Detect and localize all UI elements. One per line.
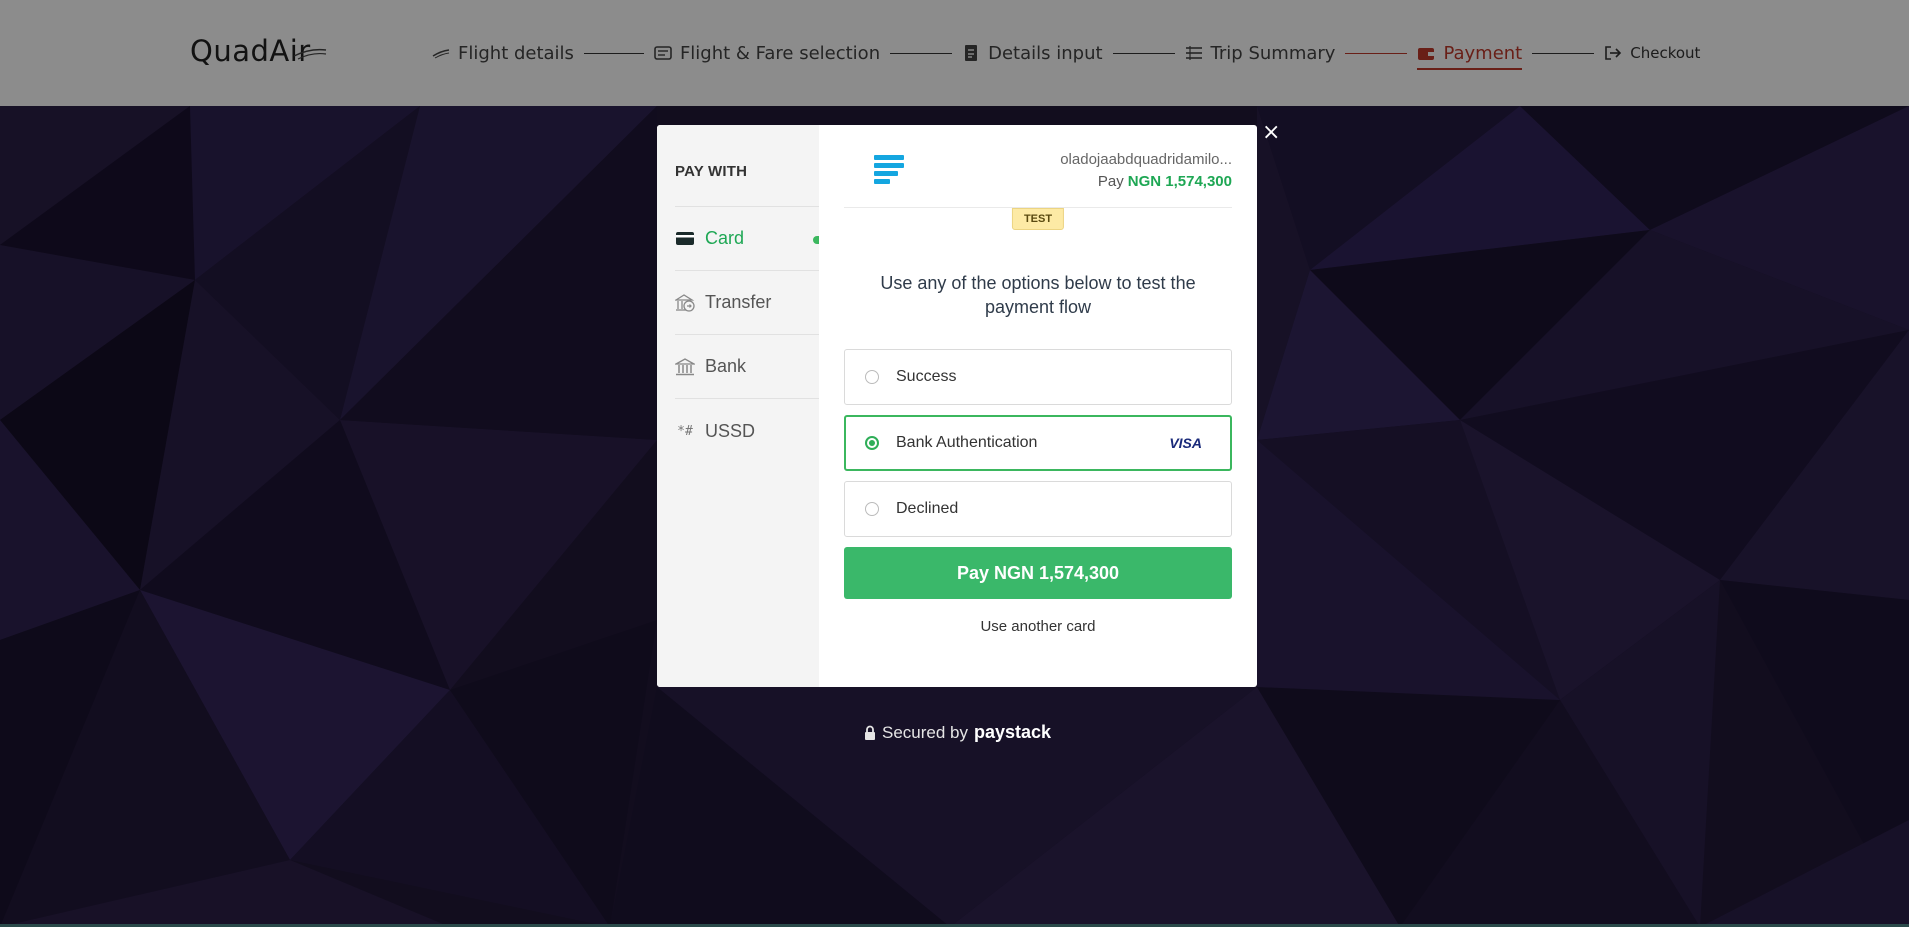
method-card[interactable]: Card bbox=[675, 207, 819, 271]
payment-panel: oladojaabdquadridamilo... Pay NGN 1,574,3… bbox=[819, 125, 1257, 687]
pay-amount: NGN 1,574,300 bbox=[1127, 173, 1232, 190]
visa-logo: VISA bbox=[1169, 435, 1202, 451]
option-bank-authentication[interactable]: Bank Authentication VISA bbox=[844, 415, 1232, 471]
bank-icon bbox=[675, 357, 695, 375]
merchant-stack-icon bbox=[874, 155, 904, 184]
method-transfer-label: Transfer bbox=[705, 292, 772, 312]
method-bank-label: Bank bbox=[705, 356, 747, 376]
close-icon[interactable]: × bbox=[1262, 122, 1280, 144]
secured-by-footer: Secured by paystack bbox=[864, 722, 1051, 743]
customer-email: oladojaabdquadridamilo... bbox=[1060, 151, 1232, 168]
payment-header: oladojaabdquadridamilo... Pay NGN 1,574,3… bbox=[844, 125, 1232, 208]
radio-button[interactable] bbox=[865, 370, 879, 384]
method-bank[interactable]: Bank bbox=[675, 335, 819, 399]
method-transfer[interactable]: Transfer bbox=[675, 271, 819, 335]
radio-button-selected[interactable] bbox=[865, 436, 879, 450]
payment-method-sidebar: PAY WITH Card Transfer Bank *# USSD bbox=[657, 125, 819, 687]
bank-transfer-icon bbox=[675, 293, 695, 312]
radio-button[interactable] bbox=[865, 502, 879, 516]
test-mode-badge: TEST bbox=[1011, 208, 1065, 230]
pay-amount-line: Pay NGN 1,574,300 bbox=[1097, 173, 1232, 190]
use-another-card-link[interactable]: Use another card bbox=[844, 618, 1232, 635]
pay-button[interactable]: Pay NGN 1,574,300 bbox=[844, 547, 1232, 599]
card-icon bbox=[675, 231, 695, 247]
method-ussd[interactable]: *# USSD bbox=[675, 399, 819, 463]
ussd-icon: *# bbox=[677, 423, 693, 439]
option-declined[interactable]: Declined bbox=[844, 481, 1232, 537]
method-card-label: Card bbox=[705, 228, 745, 248]
pay-with-title: PAY WITH bbox=[675, 163, 819, 207]
option-success[interactable]: Success bbox=[844, 349, 1232, 405]
paystack-logo[interactable]: paystack bbox=[974, 722, 1051, 743]
payment-modal: PAY WITH Card Transfer Bank *# USSD olad… bbox=[657, 125, 1257, 687]
lock-icon bbox=[865, 725, 875, 740]
test-instructions: Use any of the options below to test the… bbox=[880, 273, 1196, 317]
method-ussd-label: USSD bbox=[705, 420, 756, 441]
